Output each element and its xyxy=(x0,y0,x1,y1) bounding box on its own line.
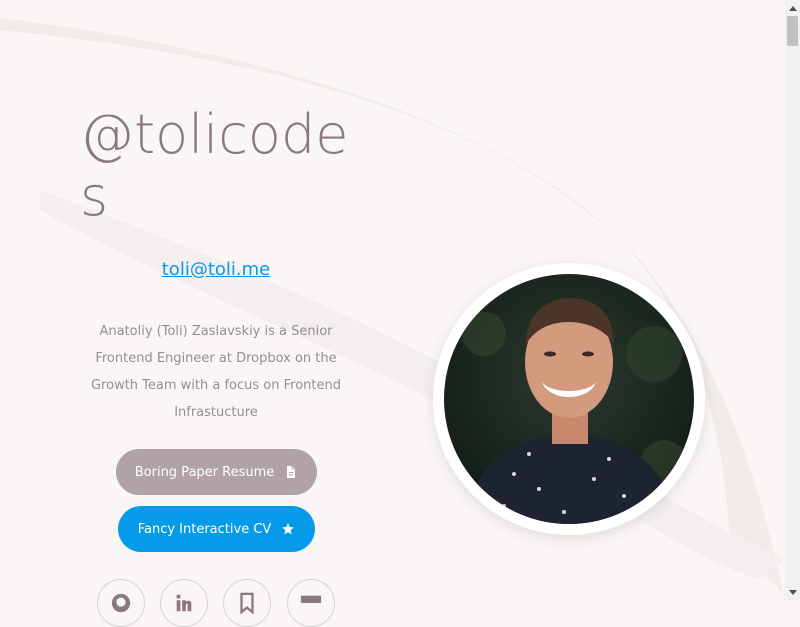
cv-button[interactable]: Fancy Interactive CV xyxy=(118,506,315,552)
bookmark-icon xyxy=(240,592,254,614)
background-swoosh xyxy=(0,18,785,600)
email-link[interactable]: toli@toli.me xyxy=(100,259,332,280)
star-icon xyxy=(282,523,295,535)
github-button[interactable] xyxy=(97,579,145,627)
page-title: @tolicodes xyxy=(80,103,349,228)
medium-icon xyxy=(300,595,322,603)
profile-photo-frame xyxy=(433,263,705,535)
resume-button[interactable]: Boring Paper Resume xyxy=(116,449,317,495)
vertical-scrollbar[interactable] xyxy=(785,0,800,600)
cv-button-label: Fancy Interactive CV xyxy=(137,521,272,537)
bookmark-button[interactable] xyxy=(223,579,271,627)
scroll-down-arrow-icon[interactable] xyxy=(785,585,800,600)
linkedin-icon xyxy=(176,594,192,612)
document-icon xyxy=(287,466,296,478)
scroll-up-arrow-icon[interactable] xyxy=(785,0,800,15)
bio-text: Anatoliy (Toli) Zaslavskiy is a Senior F… xyxy=(90,324,341,420)
avatar xyxy=(444,274,694,524)
github-icon xyxy=(111,593,131,613)
scrollbar-thumb[interactable] xyxy=(787,16,798,46)
resume-button-label: Boring Paper Resume xyxy=(134,464,275,480)
medium-button[interactable] xyxy=(287,579,335,627)
linkedin-button[interactable] xyxy=(160,579,208,627)
